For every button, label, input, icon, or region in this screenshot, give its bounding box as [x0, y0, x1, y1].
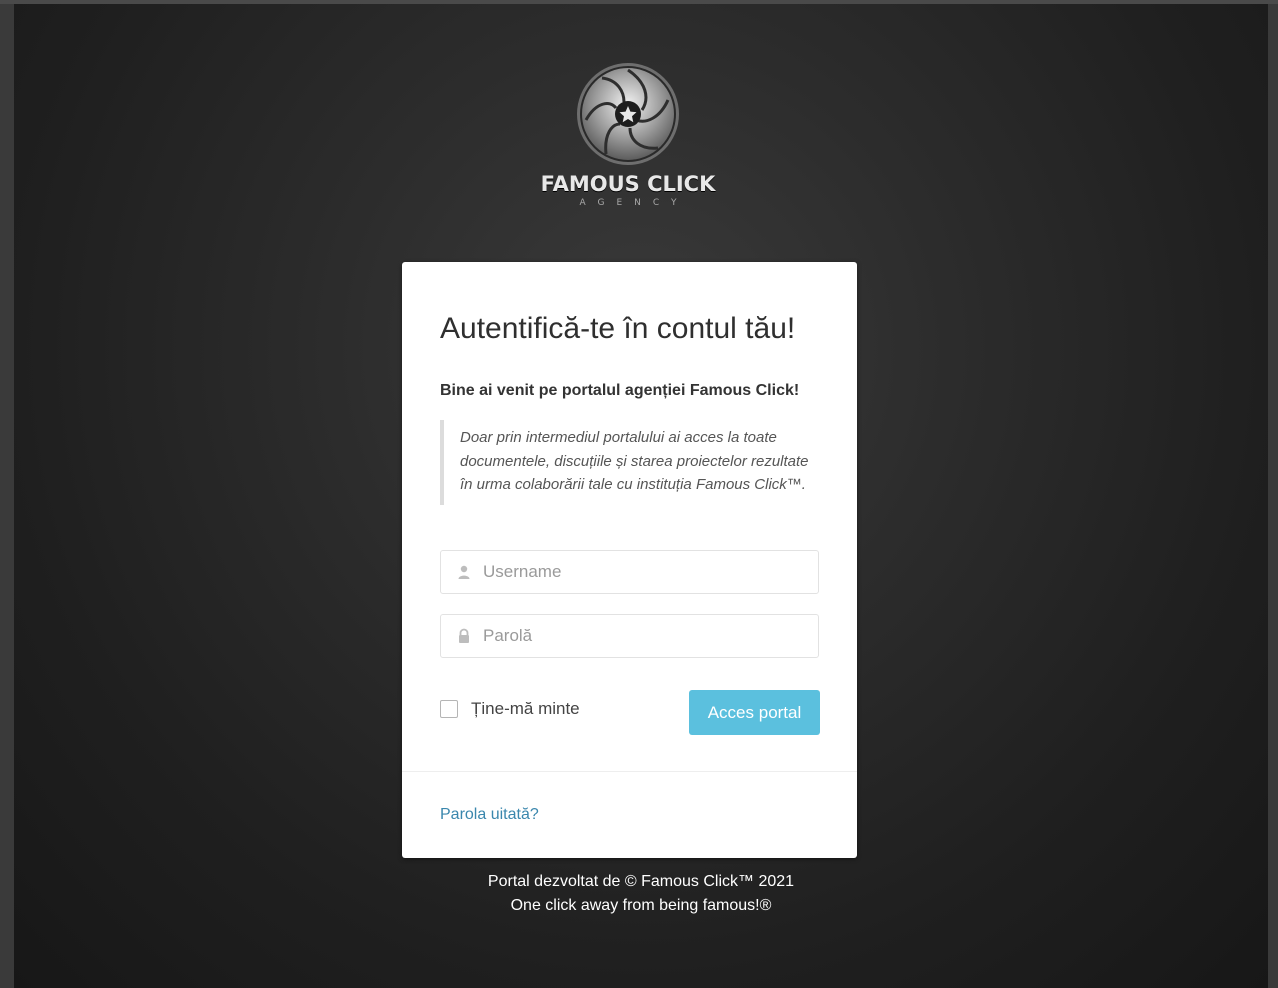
- brand-name: FAMOUS CLICK: [540, 172, 716, 196]
- camera-aperture-icon: [577, 63, 679, 165]
- description-quote: Doar prin intermediul portalului ai acce…: [440, 420, 810, 505]
- footer: Portal dezvoltat de © Famous Click™ 2021…: [14, 870, 1268, 918]
- remember-checkbox[interactable]: [440, 700, 458, 718]
- footer-slogan: One click away from being famous!®: [510, 897, 772, 914]
- forgot-password-link[interactable]: Parola uitată?: [440, 806, 539, 824]
- access-portal-button[interactable]: Acces portal: [689, 690, 820, 735]
- user-icon: [458, 565, 470, 579]
- footer-copyright: Portal dezvoltat de © Famous Click™ 2021: [487, 873, 795, 890]
- password-input[interactable]: [483, 615, 803, 657]
- remember-label: Ține-mă minte: [471, 699, 580, 718]
- brand-logo: FAMOUS CLICK AGENCY: [536, 62, 720, 212]
- welcome-text: Bine ai venit pe portalul agenției Famou…: [440, 382, 800, 399]
- login-card: Autentifică-te în contul tău! Bine ai ve…: [402, 262, 857, 858]
- username-field[interactable]: [440, 550, 819, 594]
- username-input[interactable]: [483, 551, 803, 593]
- divider: [402, 771, 857, 772]
- lock-icon: [459, 628, 469, 643]
- remember-me[interactable]: Ține-mă minte: [440, 698, 580, 720]
- login-page: FAMOUS CLICK AGENCY Autentifică-te în co…: [14, 4, 1268, 988]
- page-title: Autentifică-te în contul tău!: [440, 312, 796, 345]
- password-field[interactable]: [440, 614, 819, 658]
- brand-tagline: AGENCY: [579, 198, 689, 208]
